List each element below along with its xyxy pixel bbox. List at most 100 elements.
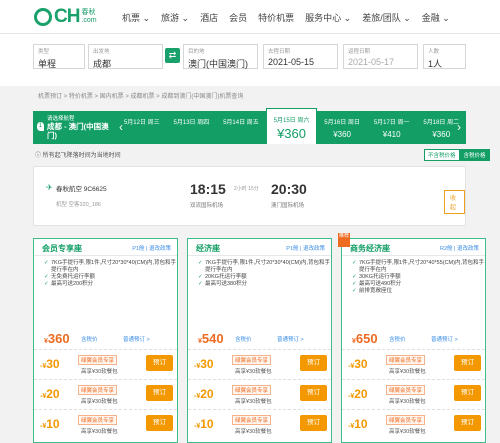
menu-item[interactable]: 特价机票 <box>258 11 294 24</box>
return-label: 返程日期 <box>348 49 371 55</box>
menu-item[interactable]: 酒店 <box>200 11 218 24</box>
cabin-price: ¥650 <box>352 331 378 346</box>
offer-badge: 绿翼会员专享 <box>386 385 426 395</box>
offer-badge: 绿翼会员专享 <box>78 415 118 425</box>
date-label: 5月14日 周五 <box>223 120 259 126</box>
offer-note: 高享¥30软餐包 <box>81 429 118 435</box>
perk-item: 7KG手提行李,限1件,尺寸20*30*40(CM)内,背包和手提行李在内 <box>198 260 331 274</box>
flight-duration: 2小时 15分 <box>234 186 259 192</box>
menu-item[interactable]: 旅游 ⌄ <box>161 11 189 24</box>
top-nav: CH 春秋 .com 机票 ⌄ 旅游 ⌄ 酒店 会员 特价机票 服务中心 ⌄ 差旅… <box>0 0 500 34</box>
return-value: 2021-05-17 <box>348 57 395 67</box>
tax-note: 含税价 <box>235 337 252 343</box>
collapse-button[interactable]: 收起 <box>444 190 465 214</box>
chevron-left-icon[interactable]: ‹ <box>119 120 123 134</box>
cabin-header: 经济座 P1舱 | 退改政策 <box>188 239 331 256</box>
tax-note: 含税价 <box>81 337 98 343</box>
offer-row: -¥20 绿翼会员专享 高享¥30软餐包 预订 <box>34 379 177 408</box>
include-tax-option[interactable]: 含税价格 <box>459 149 490 161</box>
cabin-policy-link[interactable]: R2舱 | 退改政策 <box>440 244 479 252</box>
date-tab[interactable]: 5月12日 周三 <box>117 111 167 144</box>
menu-item[interactable]: 差旅/团队 ⌄ <box>362 11 411 24</box>
date-label: 5月16日 周日 <box>324 120 360 126</box>
passenger-select[interactable]: 人数 1人 <box>423 44 466 69</box>
cabin-price: ¥540 <box>198 331 224 346</box>
exclude-tax-option[interactable]: 不含税价格 <box>424 149 460 161</box>
cabin-card: 推荐 商务经济座 R2舱 | 退改政策 7KG手提行李,限1件,尺寸20*40*… <box>338 233 486 443</box>
from-field[interactable]: 出发地 成都 <box>88 44 163 69</box>
cabin-policy-link[interactable]: P1舱 | 退改政策 <box>132 244 171 252</box>
logo[interactable]: CH 春秋 .com <box>34 6 97 28</box>
cabin-header: 会员专享座 P1舱 | 退改政策 <box>34 239 177 256</box>
date-tab-active[interactable]: 5月15日 周六 ¥360 <box>265 108 318 144</box>
depart-label: 去程日期 <box>268 49 291 55</box>
depart-date-field[interactable]: 去程日期 2021-05-15 <box>263 44 338 69</box>
date-tab[interactable]: 5月16日 周日 ¥360 <box>317 111 367 144</box>
normal-book-link[interactable]: 普通预订 > <box>123 335 150 343</box>
offer-note: 高享¥30软餐包 <box>235 369 272 375</box>
cabin-policy-link[interactable]: P1舱 | 退改政策 <box>286 244 325 252</box>
offer-badge: 绿翼会员专享 <box>232 355 272 365</box>
from-value: 成都 <box>93 59 112 69</box>
offer-note: 高享¥30软餐包 <box>235 429 272 435</box>
to-label: 目的地 <box>188 49 205 55</box>
trip-type-label: 类型 <box>38 49 50 55</box>
book-button[interactable]: 预订 <box>300 355 327 371</box>
cabin-price: ¥360 <box>44 331 70 346</box>
offer-badge: 绿翼会员专享 <box>78 385 118 395</box>
book-button[interactable]: 预订 <box>146 415 173 431</box>
menu-item[interactable]: 机票 ⌄ <box>122 11 150 24</box>
date-tab[interactable]: 5月14日 周五 <box>216 111 266 144</box>
departure-airport: 双流国际机场 <box>190 203 224 209</box>
normal-book-link[interactable]: 普通预订 > <box>431 335 458 343</box>
route-selector[interactable]: 1 请选择航程 成都 - 澳门(中国澳门) <box>33 111 117 144</box>
offer-amount: -¥20 <box>348 387 368 401</box>
date-label: 5月17日 周一 <box>373 120 410 126</box>
book-button[interactable]: 预订 <box>300 415 327 431</box>
book-button[interactable]: 预订 <box>454 385 481 401</box>
offer-badge: 绿翼会员专享 <box>232 385 272 395</box>
cabin-card: 会员专享座 P1舱 | 退改政策 7KG手提行李,限1件,尺寸20*30*40(… <box>33 238 178 443</box>
perk-item: 最高可送200积分 <box>44 281 177 288</box>
offer-row: -¥30 绿翼会员专享 高享¥30软餐包 预订 <box>188 349 331 378</box>
book-button[interactable]: 预订 <box>454 355 481 371</box>
offer-row: -¥10 绿翼会员专享 高享¥30软餐包 预订 <box>34 409 177 438</box>
offer-badge: 绿翼会员专享 <box>386 355 426 365</box>
offer-badge: 绿翼会员专享 <box>78 355 118 365</box>
swap-icon[interactable]: ⇄ <box>165 48 180 63</box>
price-row: ¥540 含税价 普通预订 > <box>188 331 331 346</box>
menu-item[interactable]: 金融 ⌄ <box>422 11 450 24</box>
offer-amount: -¥30 <box>348 357 368 371</box>
date-label: 5月15日 周六 <box>273 118 310 124</box>
cabin-name: 商务经济座 <box>350 244 390 253</box>
date-tabs: 5月12日 周三 5月13日 周四 5月14日 周五 5月15日 周六 ¥360 … <box>117 108 466 144</box>
offer-amount: -¥10 <box>348 417 368 431</box>
aircraft-model: 机型 空客320_186 <box>56 202 101 208</box>
trip-type-select[interactable]: 类型 单程 <box>33 44 85 69</box>
to-value: 澳门(中国澳门) <box>188 59 248 69</box>
to-field[interactable]: 目的地 澳门(中国澳门) <box>183 44 258 69</box>
cabin-card: 经济座 P1舱 | 退改政策 7KG手提行李,限1件,尺寸20*30*40(CM… <box>187 238 332 443</box>
offer-note: 高享¥30软餐包 <box>389 429 426 435</box>
breadcrumb[interactable]: 机票预订 > 特价机票 > 国内机票 > 成都机票 > 成都到澳门(中国澳门)机… <box>38 91 243 100</box>
menu-item[interactable]: 会员 <box>229 11 247 24</box>
price-row: ¥650 含税价 普通预订 > <box>342 331 485 346</box>
search-bar: 类型 单程 出发地 成都 ⇄ 目的地 澳门(中国澳门) 去程日期 2021-05… <box>0 34 500 86</box>
menu-item[interactable]: 服务中心 ⌄ <box>305 11 351 24</box>
return-date-field[interactable]: 返程日期 2021-05-17 <box>343 44 418 69</box>
book-button[interactable]: 预订 <box>146 355 173 371</box>
timezone-note: ⓘ 所有起飞降落时间为当地时间 <box>35 150 121 159</box>
chevron-right-icon[interactable]: › <box>457 120 461 134</box>
offer-row: -¥10 绿翼会员专享 高享¥30软餐包 预订 <box>188 409 331 438</box>
date-tab[interactable]: 5月17日 周一 ¥410 <box>367 111 417 144</box>
book-button[interactable]: 预订 <box>300 385 327 401</box>
book-button[interactable]: 预订 <box>146 385 173 401</box>
normal-book-link[interactable]: 普通预订 > <box>277 335 304 343</box>
offer-note: 高享¥30软餐包 <box>235 399 272 405</box>
route-hint: 请选择航程 <box>47 116 75 122</box>
book-button[interactable]: 预订 <box>454 415 481 431</box>
date-tab[interactable]: 5月13日 周四 <box>167 111 217 144</box>
date-bar: 1 请选择航程 成都 - 澳门(中国澳门) 5月12日 周三 5月13日 周四 … <box>33 108 466 144</box>
offer-note: 高享¥30软餐包 <box>389 369 426 375</box>
perk-item: 无免费托运行李额 <box>44 274 177 281</box>
